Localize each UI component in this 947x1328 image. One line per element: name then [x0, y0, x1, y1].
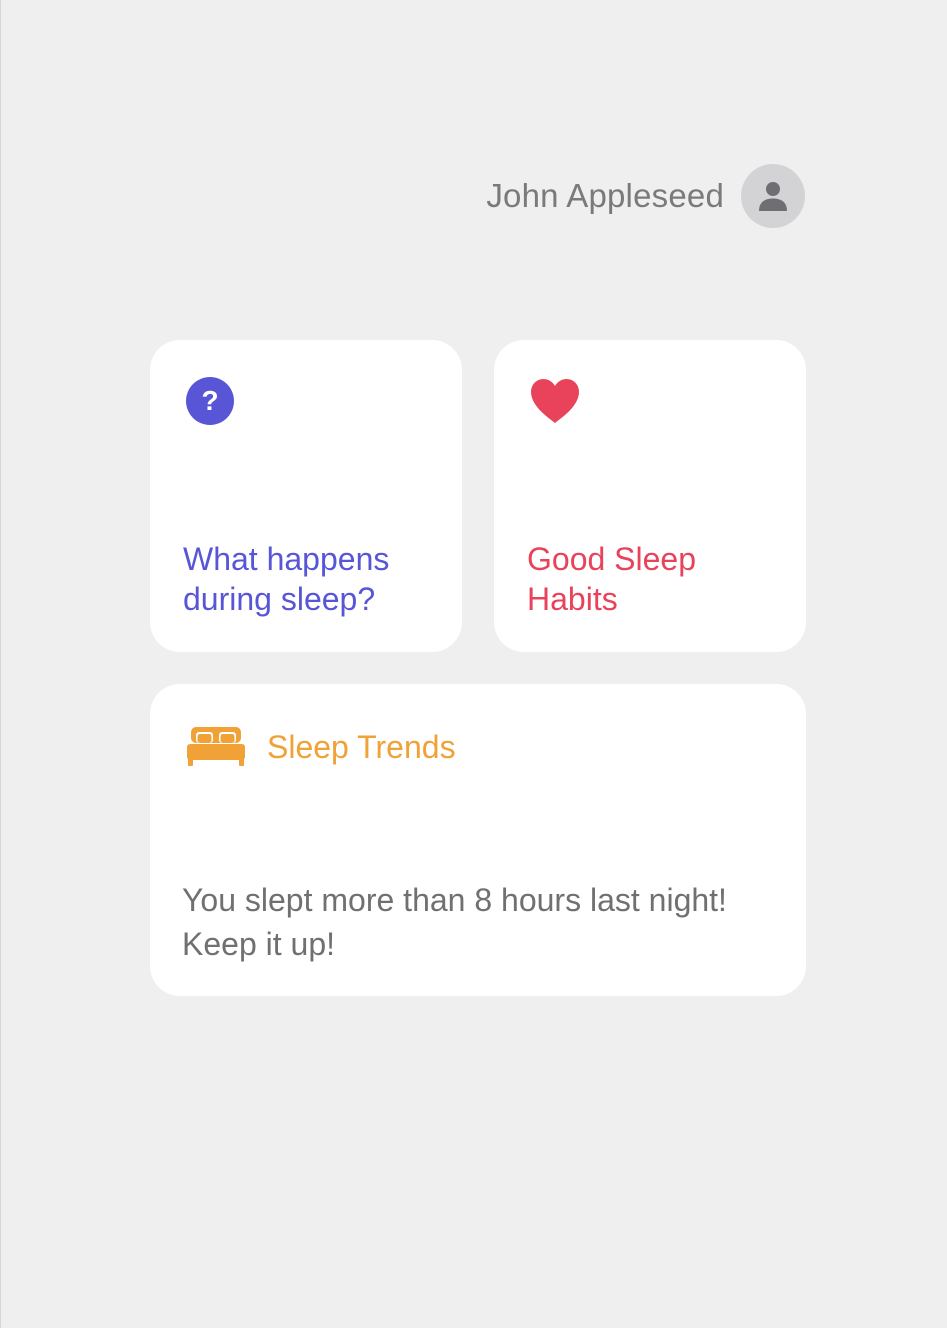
- sleep-trends-card[interactable]: Sleep Trends You slept more than 8 hours…: [150, 684, 806, 996]
- question-mark-circle-icon: ?: [186, 377, 234, 425]
- bed-icon: [187, 727, 245, 766]
- sleep-info-title: What happens during sleep?: [183, 541, 390, 617]
- sleep-trends-message: You slept more than 8 hours last night! …: [182, 882, 727, 962]
- person-icon: [759, 182, 787, 211]
- user-name: John Appleseed: [486, 177, 724, 214]
- svg-text:?: ?: [201, 385, 218, 416]
- sleep-trends-header: Sleep Trends: [187, 727, 456, 767]
- sleep-trends-title: Sleep Trends: [267, 728, 456, 765]
- sleep-habits-title: Good Sleep Habits: [527, 541, 697, 617]
- user-profile[interactable]: John Appleseed: [486, 164, 805, 228]
- heart-icon: [531, 379, 579, 423]
- sleep-info-card[interactable]: ? What happens during sleep?: [150, 340, 462, 652]
- sleep-habits-card[interactable]: Good Sleep Habits: [494, 340, 806, 652]
- avatar[interactable]: [741, 164, 805, 228]
